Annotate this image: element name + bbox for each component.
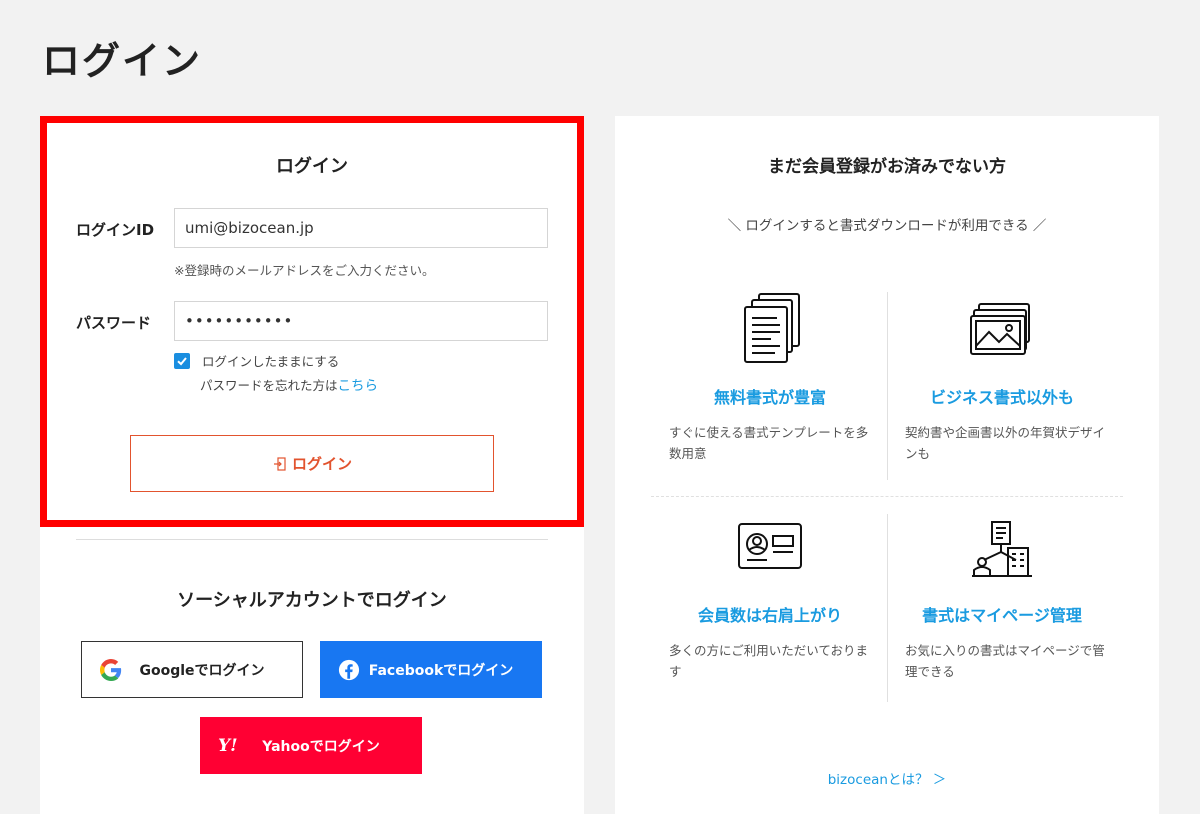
login-form-title: ログイン [276, 156, 348, 177]
login-button-label: ログイン [291, 455, 352, 473]
login-id-hint: ※登録時のメールアドレスをご入力ください。 [174, 263, 435, 278]
remember-label: ログインしたままにする [202, 354, 340, 369]
pictures-icon [887, 302, 1117, 356]
about-bizocean-link[interactable]: bizoceanとは？ ＞ [615, 768, 1159, 788]
remember-checkbox[interactable] [174, 352, 190, 369]
password-input[interactable] [174, 301, 548, 341]
password-label: パスワード [76, 314, 152, 332]
id-card-icon [655, 522, 885, 572]
remember-me[interactable]: ログインしたままにする [174, 351, 339, 370]
documents-icon [655, 292, 885, 366]
google-login-button[interactable]: Googleでログイン [81, 641, 303, 698]
promo-title: まだ会員登録がお済みでない方 [768, 157, 1006, 177]
forgot-text: パスワードを忘れた方は [200, 378, 338, 393]
divider [76, 539, 548, 540]
login-door-icon [272, 456, 288, 472]
promo-panel: まだ会員登録がお済みでない方 ＼ ログインすると書式ダウンロードが利用できる ／… [615, 116, 1159, 814]
facebook-login-button[interactable]: Facebookでログイン [320, 641, 542, 698]
social-login-title: ソーシャルアカウントでログイン [177, 590, 447, 611]
yahoo-icon: Y! [218, 735, 238, 756]
google-icon [100, 658, 122, 681]
feature-description: すぐに使える書式テンプレートを多数用意 [669, 425, 869, 461]
facebook-login-label: Facebookでログイン [368, 662, 514, 679]
management-icon [887, 520, 1117, 578]
feature-description: 多くの方にご利用いただいております [669, 643, 869, 679]
checkmark-icon [177, 356, 187, 365]
feature-title: 会員数は右肩上がり [697, 606, 842, 625]
feature-title: ビジネス書式以外も [929, 388, 1074, 407]
forgot-password-link[interactable]: こちら [338, 378, 379, 394]
login-id-label: ログインID [76, 221, 155, 239]
feature-description: 契約書や企画書以外の年賀状デザインも [905, 425, 1106, 461]
facebook-icon [338, 659, 360, 681]
promo-subtitle: ＼ ログインすると書式ダウンロードが利用できる ／ [727, 218, 1047, 234]
login-button[interactable]: ログイン [130, 435, 494, 492]
yahoo-login-label: Yahooでログイン [262, 738, 380, 755]
feature-divider-horizontal [651, 496, 1123, 497]
feature-title: 無料書式が豊富 [713, 388, 826, 407]
feature-description: お気に入りの書式はマイページで管理できる [905, 643, 1105, 679]
yahoo-login-button[interactable]: Y! Yahooでログイン [200, 717, 422, 774]
login-id-input[interactable] [174, 208, 548, 248]
feature-title: 書式はマイページ管理 [922, 606, 1082, 625]
forgot-password: パスワードを忘れた方はこちら [200, 374, 378, 394]
page-title: ログイン [42, 38, 203, 83]
login-panel: ログイン ログインID ※登録時のメールアドレスをご入力ください。 パスワード … [40, 116, 584, 814]
google-login-label: Googleでログイン [139, 662, 265, 679]
